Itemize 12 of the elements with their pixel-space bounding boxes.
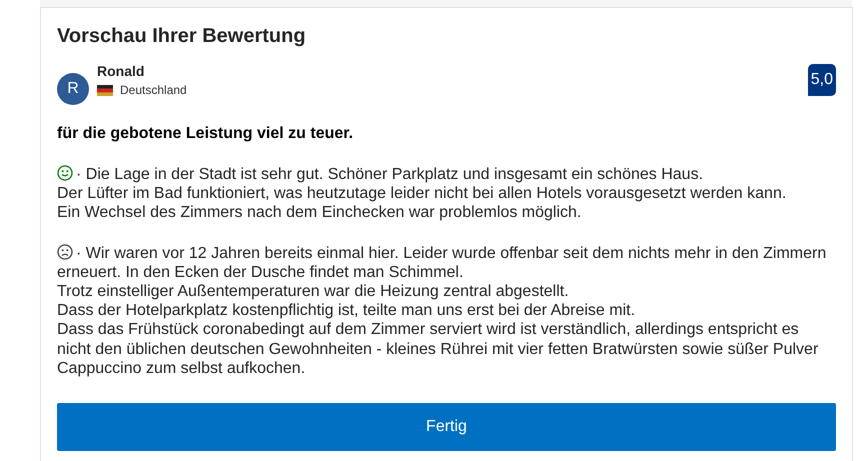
- avatar: R: [57, 73, 89, 105]
- reviewer-country: Deutschland: [120, 82, 187, 98]
- negative-comment: · Wir waren vor 12 Jahren bereits einmal hier. Leider wurde offenbar seit dem nichts mehr in den Zimmern erneuert. In den Ecken der Dusche findet man Schimmel. Trotz einstelliger Außentemperaturen war die Heizung zentral abgestellt. Dass der Hotelparkplatz kostenpflichtig ist, teilte man uns erst bei der Abreise mit. Dass das Frühstück coronabedingt auf dem Zimmer serviert wird ist verständlich, allerdings entspricht es nicht den üblichen deutschen Gewohnheiten - kleines Rührei mit vier fetten Bratwürsten sowie süßer Pulver Cappuccino zum selbst aufkochen.: [57, 244, 828, 378]
- frown-icon: [57, 244, 73, 260]
- score-badge: 5,0: [808, 64, 836, 96]
- reviewer-name: Ronald: [97, 63, 146, 79]
- dialog-title: Vorschau Ihrer Bewertung: [57, 24, 307, 49]
- review-headline: für die gebotene Leistung viel zu teuer.: [57, 124, 354, 144]
- smiley-icon: [57, 165, 73, 181]
- positive-comment: · Die Lage in der Stadt ist sehr gut. Schöner Parkplatz und insgesamt ein schönes Haus. Der Lüfter im Bad funktioniert, was heutzutage leider nicht bei allen Hotels vorausgesetzt werden kann. Ein Wechsel des Zimmers nach dem Einchecken war problemlos möglich.: [57, 165, 788, 223]
- flag-icon: [97, 84, 113, 96]
- done-button[interactable]: Fertig: [57, 403, 836, 451]
